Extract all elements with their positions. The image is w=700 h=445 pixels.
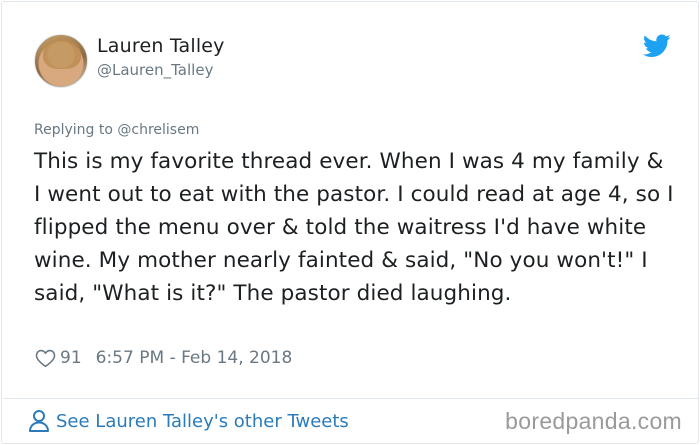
reply-prefix: Replying to xyxy=(34,122,113,138)
tweet-meta: 91 6:57 PM - Feb 14, 2018 xyxy=(35,346,292,370)
heart-icon[interactable] xyxy=(35,348,56,368)
see-other-tweets-link[interactable]: See Lauren Talley's other Tweets xyxy=(28,409,349,433)
tweet-card: Lauren Talley @Lauren_Talley Replying to… xyxy=(1,1,699,444)
reply-context: Replying to @chrelisem xyxy=(34,122,199,138)
reply-mention-link[interactable]: @chrelisem xyxy=(117,122,199,138)
like-count[interactable]: 91 xyxy=(60,348,82,368)
user-icon xyxy=(29,410,49,432)
author-name[interactable]: Lauren Talley xyxy=(97,35,225,57)
footer-divider xyxy=(3,398,699,399)
avatar[interactable] xyxy=(34,34,88,88)
twitter-bird-icon[interactable] xyxy=(643,34,671,58)
see-other-tweets-label[interactable]: See Lauren Talley's other Tweets xyxy=(56,411,349,432)
author-handle[interactable]: @Lauren_Talley xyxy=(97,61,213,79)
avatar-hair xyxy=(43,39,81,69)
tweet-timestamp[interactable]: 6:57 PM - Feb 14, 2018 xyxy=(96,348,293,368)
tweet-text: This is my favorite thread ever. When I … xyxy=(34,149,674,306)
watermark: boredpanda.com xyxy=(505,408,682,434)
